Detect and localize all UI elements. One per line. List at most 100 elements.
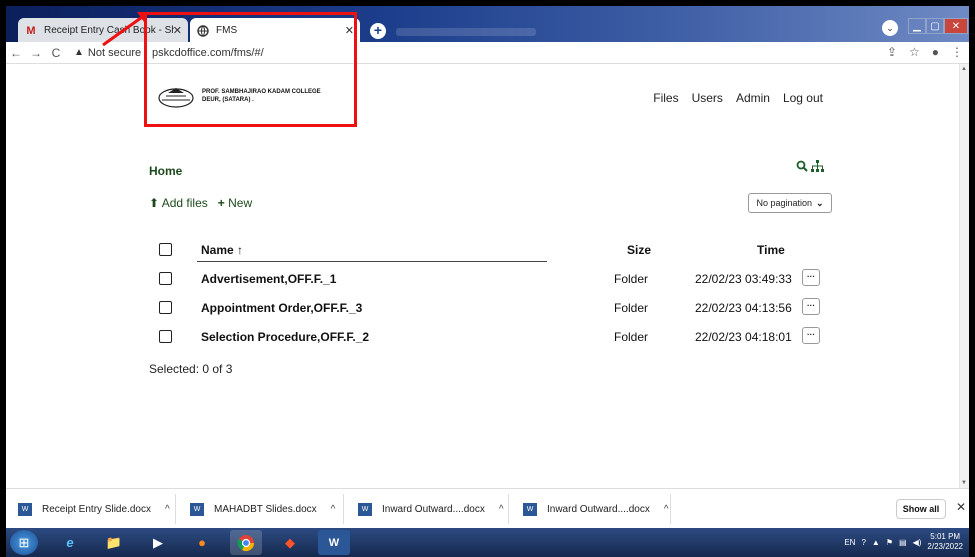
more-options-button[interactable]: ··· <box>802 269 820 286</box>
address-bar-actions: ⇪ ☆ ● ⋮ <box>887 45 963 59</box>
pagination-label: No pagination <box>756 198 812 208</box>
table-header: Name ↑ Size Time <box>159 240 839 262</box>
more-options-button[interactable]: ··· <box>802 327 820 344</box>
new-button[interactable]: + New <box>218 196 252 210</box>
college-name: PROF. SAMBHAJIRAO KADAM COLLEGE DEUR, (S… <box>202 88 321 104</box>
download-filename: Inward Outward....docx <box>382 503 485 515</box>
download-filename: Receipt Entry Slide.docx <box>42 503 151 515</box>
plus-icon: + <box>217 196 225 210</box>
table-row[interactable]: Advertisement,OFF.F._1 Folder 22/02/23 0… <box>159 269 839 293</box>
selection-status: Selected: 0 of 3 <box>149 362 233 376</box>
column-name[interactable]: Name ↑ <box>201 243 243 257</box>
more-options-button[interactable]: ··· <box>802 298 820 315</box>
sitemap-icon[interactable] <box>811 160 824 175</box>
clock-time: 5:01 PM <box>930 532 961 541</box>
back-icon[interactable]: ← <box>6 46 26 60</box>
chevron-up-icon[interactable]: ^ <box>664 504 669 515</box>
toolbar-icons <box>796 160 824 175</box>
close-tab-icon[interactable]: ✕ <box>345 24 354 37</box>
nav-files[interactable]: Files <box>653 91 678 105</box>
firefox-icon[interactable]: ● <box>186 530 218 555</box>
upload-icon: ⬆ <box>149 196 160 210</box>
internet-explorer-icon[interactable]: e <box>54 530 86 555</box>
college-logo <box>158 88 194 108</box>
download-item[interactable]: W Inward Outward....docx ^ <box>511 494 671 524</box>
row-time: 22/02/23 04:18:01 <box>695 330 792 344</box>
tray-arrow-icon[interactable]: ▲ <box>872 538 880 547</box>
flag-icon[interactable]: ⚑ <box>886 538 893 547</box>
add-files-button[interactable]: ⬆ Add files <box>149 196 208 210</box>
url-text: pskcdoffice.com/fms/#/ <box>151 46 264 59</box>
volume-icon[interactable]: ◀) <box>913 538 922 547</box>
gmail-icon: M <box>26 24 36 37</box>
show-all-button[interactable]: Show all <box>896 499 946 519</box>
windows-taskbar: ⊞ e 📁 ▶ ● ◆ W EN ? ▲ ⚑ ▤ ◀) 5:01 PM 2/23… <box>6 528 969 557</box>
row-checkbox[interactable] <box>159 301 172 314</box>
network-icon[interactable]: ▤ <box>899 538 907 547</box>
nav-logout[interactable]: Log out <box>783 91 823 105</box>
file-explorer-icon[interactable]: 📁 <box>98 530 130 555</box>
nav-admin[interactable]: Admin <box>736 91 770 105</box>
tab-title: FMS <box>216 25 238 36</box>
column-name-label: Name <box>201 243 234 257</box>
close-window-button[interactable]: ✕ <box>944 18 968 34</box>
download-item[interactable]: W Inward Outward....docx ^ <box>346 494 509 524</box>
tab-search-icon[interactable]: ⌄ <box>882 20 898 36</box>
row-checkbox[interactable] <box>159 272 172 285</box>
search-icon[interactable] <box>796 160 808 175</box>
download-item[interactable]: W Receipt Entry Slide.docx ^ <box>6 494 176 524</box>
college-name-line2: DEUR, (SATARA) . <box>202 97 254 103</box>
forward-icon[interactable]: → <box>26 46 46 60</box>
scroll-down-icon[interactable]: ▼ <box>961 480 967 486</box>
scroll-up-icon[interactable]: ▲ <box>961 66 967 72</box>
chevron-down-icon: ⌄ <box>816 197 824 208</box>
row-checkbox[interactable] <box>159 330 172 343</box>
row-name[interactable]: Advertisement,OFF.F._1 <box>201 272 336 286</box>
bookmark-star-icon[interactable]: ☆ <box>909 45 920 59</box>
docx-file-icon: W <box>18 502 32 516</box>
close-tab-icon[interactable]: ✕ <box>173 24 182 37</box>
chrome-icon[interactable] <box>230 530 262 555</box>
language-indicator[interactable]: EN <box>844 538 855 547</box>
pagination-select[interactable]: No pagination ⌄ <box>748 193 832 213</box>
nav-users[interactable]: Users <box>692 91 723 105</box>
help-icon[interactable]: ? <box>861 538 865 547</box>
new-tab-button[interactable]: + <box>370 23 386 39</box>
row-name[interactable]: Selection Procedure,OFF.F._2 <box>201 330 369 344</box>
word-icon[interactable]: W <box>318 530 350 555</box>
globe-icon <box>196 24 210 38</box>
menu-kebab-icon[interactable]: ⋮ <box>951 45 963 59</box>
maximize-button[interactable]: ▢ <box>926 18 944 34</box>
row-name[interactable]: Appointment Order,OFF.F._3 <box>201 301 362 315</box>
table-row[interactable]: Selection Procedure,OFF.F._2 Folder 22/0… <box>159 327 839 351</box>
profile-avatar-icon[interactable]: ● <box>932 45 939 59</box>
start-button[interactable]: ⊞ <box>10 530 38 555</box>
download-item[interactable]: W MAHADBT Slides.docx ^ <box>178 494 344 524</box>
close-icon[interactable]: ✕ <box>956 500 966 514</box>
table-row[interactable]: Appointment Order,OFF.F._3 Folder 22/02/… <box>159 298 839 322</box>
chevron-up-icon[interactable]: ^ <box>331 504 336 515</box>
file-actions: ⬆ Add files + New <box>149 196 252 210</box>
page-scrollbar[interactable]: ▲ ▼ <box>959 64 969 488</box>
minimize-button[interactable]: ▁ <box>908 18 926 34</box>
clock[interactable]: 5:01 PM 2/23/2022 <box>927 532 963 552</box>
download-bar: W Receipt Entry Slide.docx ^ W MAHADBT S… <box>6 488 969 528</box>
chevron-up-icon[interactable]: ^ <box>165 504 170 515</box>
breadcrumb-home[interactable]: Home <box>149 164 182 178</box>
column-time[interactable]: Time <box>757 243 785 257</box>
brave-icon[interactable]: ◆ <box>274 530 306 555</box>
chevron-up-icon[interactable]: ^ <box>499 504 504 515</box>
tab-fms[interactable]: FMS ✕ <box>190 18 360 43</box>
sort-arrow-icon: ↑ <box>237 243 244 257</box>
column-size[interactable]: Size <box>627 243 651 257</box>
add-files-label: Add files <box>161 196 208 210</box>
fms-page: PROF. SAMBHAJIRAO KADAM COLLEGE DEUR, (S… <box>6 12 959 488</box>
row-time: 22/02/23 03:49:33 <box>695 272 792 286</box>
download-filename: Inward Outward....docx <box>547 503 650 515</box>
system-tray: EN ? ▲ ⚑ ▤ ◀) 5:01 PM 2/23/2022 <box>844 532 963 552</box>
reload-icon[interactable]: C <box>46 46 66 60</box>
media-player-icon[interactable]: ▶ <box>142 530 174 555</box>
share-icon[interactable]: ⇪ <box>887 45 897 59</box>
select-all-checkbox[interactable] <box>159 243 172 256</box>
top-navigation: Files Users Admin Log out <box>653 91 823 105</box>
